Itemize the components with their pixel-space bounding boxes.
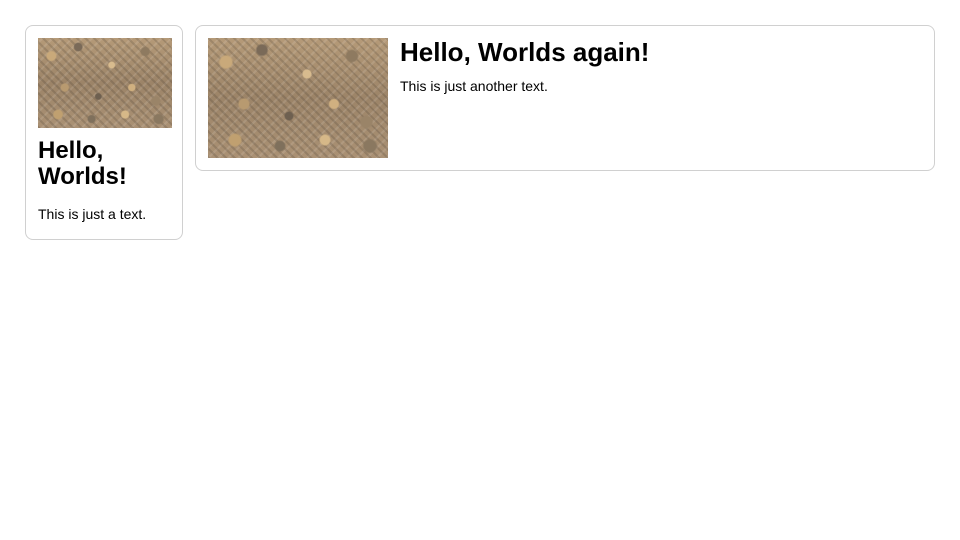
card-body: This is just a text.	[38, 205, 170, 223]
card-body: This is just another text.	[400, 77, 922, 95]
card-content: Hello, Worlds again! This is just anothe…	[400, 38, 922, 158]
card-vertical: Hello, Worlds! This is just a text.	[25, 25, 183, 240]
card-title: Hello, Worlds!	[38, 138, 170, 191]
card-horizontal: Hello, Worlds again! This is just anothe…	[195, 25, 935, 171]
firewood-image	[38, 38, 172, 128]
firewood-image	[208, 38, 388, 158]
card-title: Hello, Worlds again!	[400, 38, 922, 67]
